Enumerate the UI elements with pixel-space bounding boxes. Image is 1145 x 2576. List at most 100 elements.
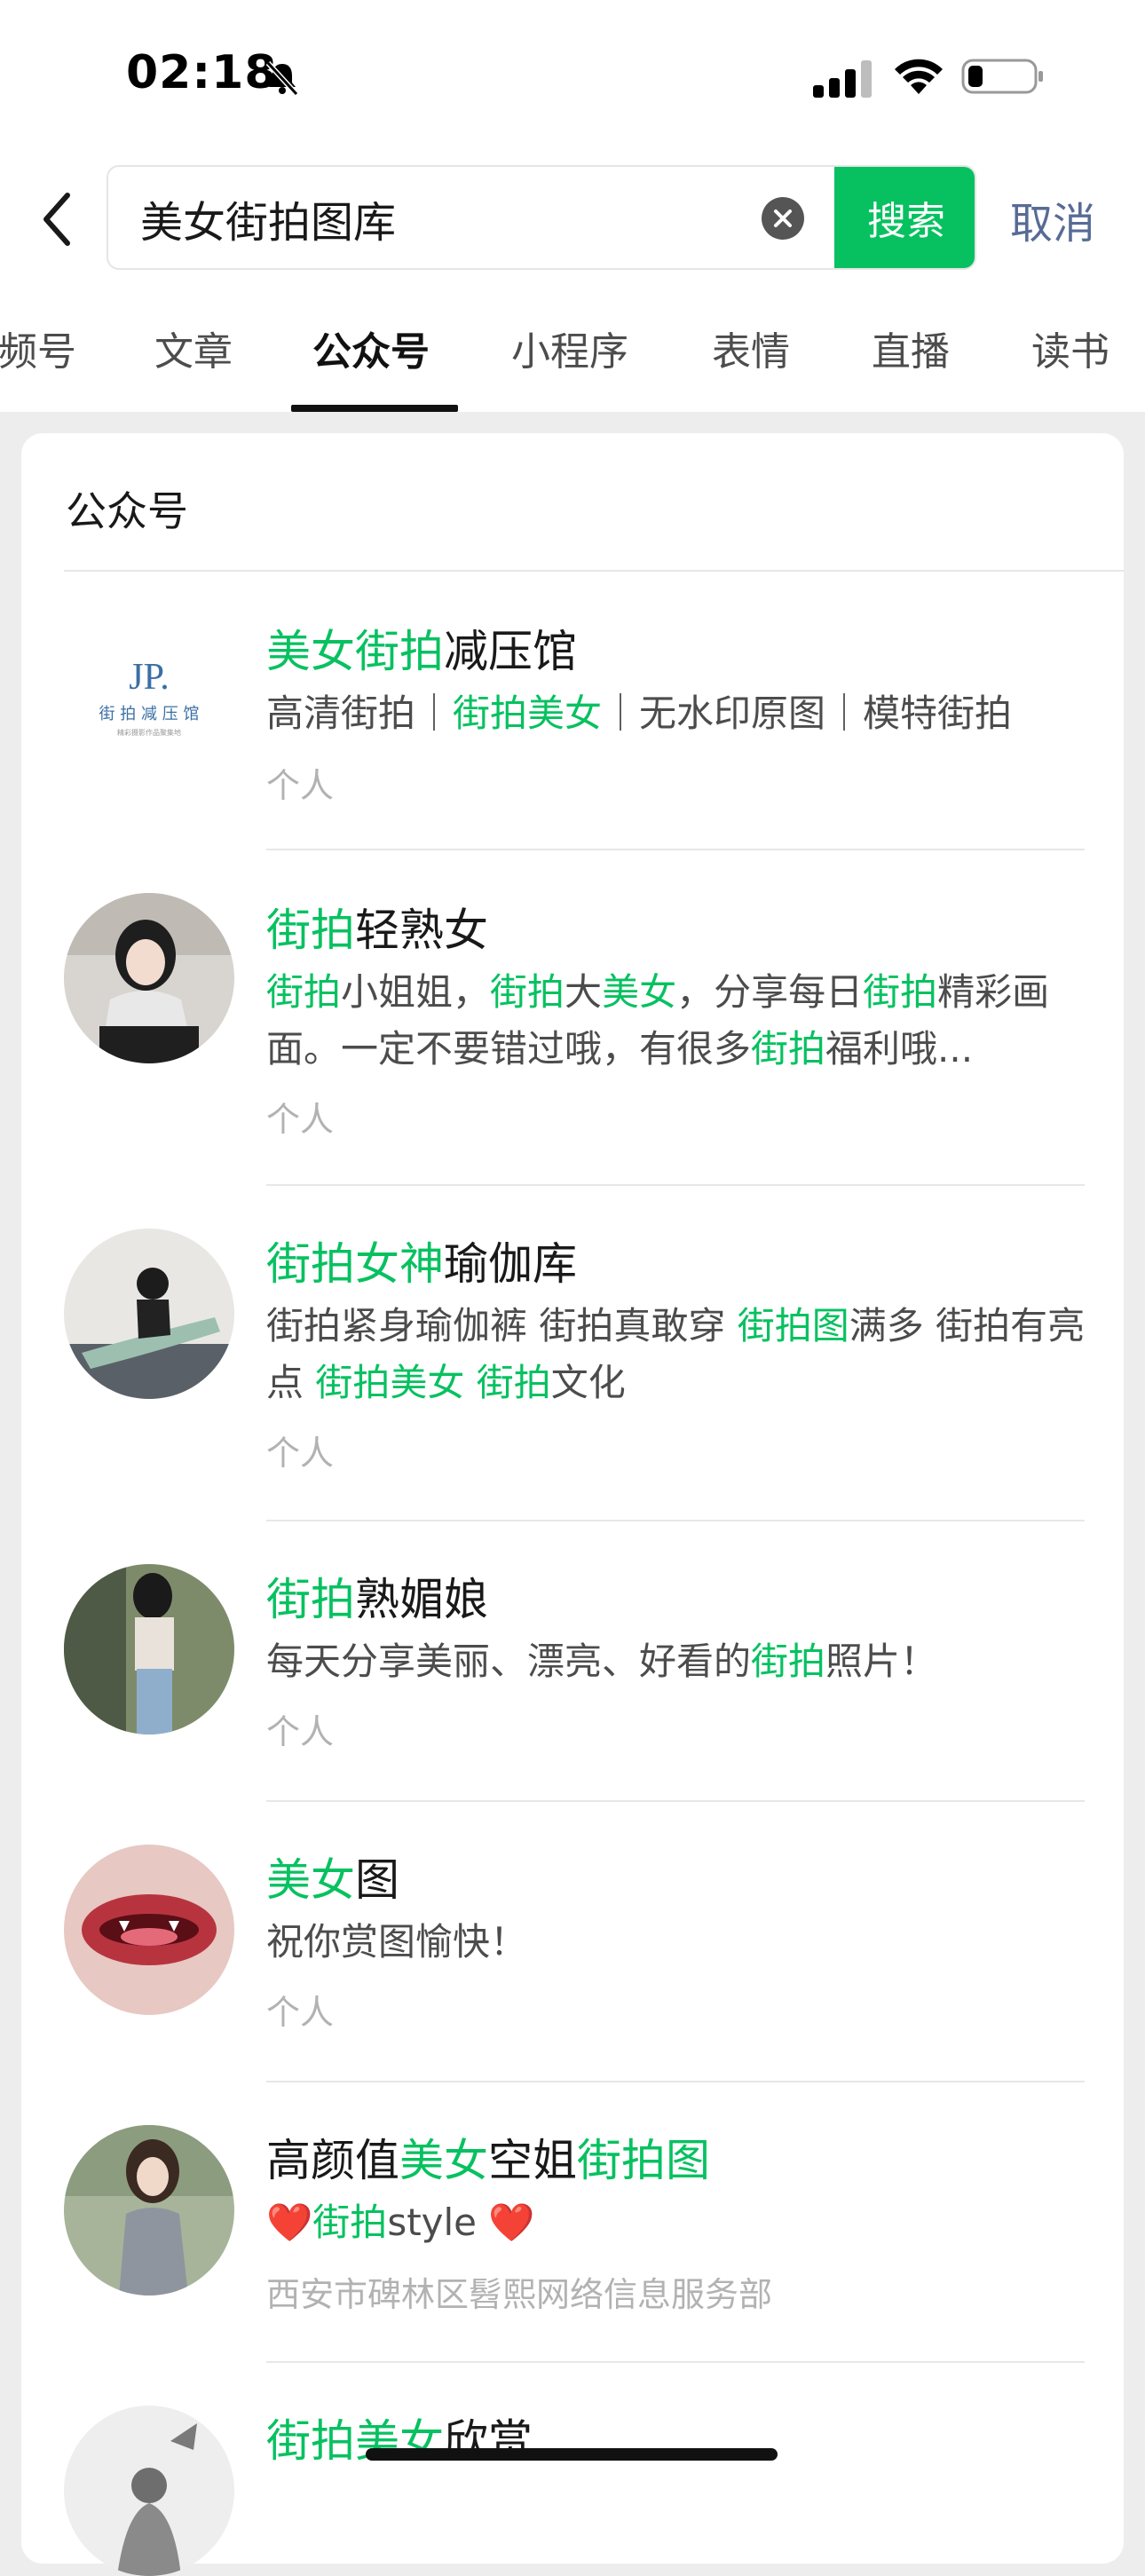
desc-text: 福利哦... — [825, 1027, 974, 1071]
desc-text: 大 — [565, 970, 603, 1014]
account-type: 个人 — [266, 1712, 335, 1751]
battery-icon — [961, 59, 1043, 94]
desc-text: 照片！ — [825, 1640, 938, 1683]
row-divider — [266, 1520, 1085, 1521]
active-tab-indicator — [291, 405, 458, 412]
cellular-signal-icon — [813, 60, 872, 98]
row-divider — [266, 849, 1085, 850]
name-highlight: 街拍 — [266, 1574, 355, 1625]
account-owner: 西安市碑林区髫熙网络信息服务部 — [266, 2275, 773, 2314]
name-highlight: 美女 — [266, 1854, 355, 1906]
desc-highlight: 美女 — [602, 970, 677, 1014]
desc-highlight: 街拍 — [476, 1361, 551, 1404]
account-description: 高清街拍｜街拍美女｜无水印原图｜模特街拍 — [266, 685, 1104, 742]
desc-highlight: 街拍 — [751, 1027, 826, 1071]
account-type: 个人 — [266, 766, 335, 805]
desc-highlight: 街拍 — [490, 970, 565, 1014]
name-text: 高颜值 — [266, 2135, 399, 2186]
name-text: 图 — [355, 1854, 399, 1906]
account-type: 个人 — [266, 1993, 335, 2032]
desc-highlight: 街拍 — [312, 2201, 388, 2244]
row-divider — [266, 2361, 1085, 2363]
category-tabs: 频号 文章 公众号 小程序 表情 直播 读书 — [0, 284, 1145, 412]
account-name: 高颜值美女空姐街拍图 — [266, 2125, 710, 2189]
desc-text: style ❤️ — [387, 2201, 535, 2244]
status-time: 02:18 — [126, 46, 278, 99]
clear-search-button[interactable] — [762, 197, 804, 240]
row-divider — [266, 1184, 1085, 1186]
desc-highlight: 街拍 — [266, 970, 342, 1014]
avatar-logo-tagline: 精彩摄影作品聚集地 — [117, 728, 181, 737]
desc-highlight: 街拍美女 — [453, 691, 603, 735]
avatar-logo-subtitle: 街 拍 减 压 馆 — [99, 705, 200, 723]
desc-text — [464, 1361, 476, 1404]
account-description: 街拍紧身瑜伽裤 街拍真敢穿 街拍图满多 街拍有亮点 街拍美女 街拍文化 — [266, 1298, 1104, 1411]
avatar — [64, 2125, 234, 2295]
name-highlight: 街拍图 — [577, 2135, 710, 2186]
desc-text: 街拍紧身瑜伽裤 街拍真敢穿 — [266, 1304, 738, 1347]
wifi-icon — [895, 59, 943, 94]
home-indicator[interactable] — [366, 2448, 778, 2461]
avatar — [64, 2406, 234, 2576]
account-name: 街拍轻熟女 — [266, 895, 488, 959]
desc-text: ｜无水印原图｜模特街拍 — [602, 691, 1013, 735]
desc-highlight: 街拍 — [751, 1640, 826, 1683]
account-description: ❤️街拍style ❤️ — [266, 2194, 1104, 2251]
avatar — [64, 1229, 234, 1399]
tab-stickers[interactable]: 表情 — [712, 320, 790, 376]
name-text: 轻熟女 — [355, 905, 488, 956]
search-field[interactable]: 搜索 — [107, 165, 976, 270]
account-description: 街拍小姐姐，街拍大美女，分享每日街拍精彩画面。一定不要错过哦，有很多街拍福利哦.… — [266, 964, 1104, 1078]
account-description: 祝你赏图愉快！ — [266, 1914, 1104, 1971]
name-text: 空姐 — [488, 2135, 577, 2186]
search-bar: 搜索 取消 — [0, 153, 1145, 284]
avatar-logo: JP. 街 拍 减 压 馆 精彩摄影作品聚集地 — [64, 604, 234, 774]
desc-highlight: 街拍 — [863, 970, 938, 1014]
status-bar: 02:18 — [0, 0, 1145, 153]
section-divider — [64, 570, 1124, 572]
desc-highlight: 街拍图 — [737, 1304, 849, 1347]
back-chevron-icon[interactable] — [36, 188, 80, 250]
desc-text: 高清街拍｜ — [266, 691, 454, 735]
search-input[interactable] — [140, 185, 815, 252]
tab-channels[interactable]: 频号 — [0, 320, 76, 376]
account-type: 个人 — [266, 1100, 335, 1139]
name-highlight: 街拍 — [266, 905, 355, 956]
avatar — [64, 1845, 234, 2015]
name-highlight: 美女街拍 — [266, 626, 444, 677]
avatar-logo-text: JP. — [129, 657, 170, 698]
section-title: 公众号 — [66, 487, 188, 535]
name-text: 熟媚娘 — [355, 1574, 488, 1625]
avatar — [64, 893, 234, 1063]
account-name: 街拍女神瑜伽库 — [266, 1229, 577, 1292]
account-name: 美女图 — [266, 1845, 399, 1908]
cancel-button[interactable]: 取消 — [1010, 188, 1095, 250]
account-name: 美女街拍减压馆 — [266, 616, 577, 680]
heart-emoji: ❤️ — [266, 2201, 313, 2244]
desc-text: ，分享每日 — [676, 970, 864, 1014]
tab-live[interactable]: 直播 — [872, 320, 950, 376]
avatar — [64, 1564, 234, 1734]
desc-highlight: 街拍美女 — [315, 1361, 465, 1404]
tab-reading[interactable]: 读书 — [1031, 320, 1109, 376]
desc-text: 祝你赏图愉快！ — [266, 1920, 528, 1964]
row-divider — [266, 2081, 1085, 2082]
bell-muted-icon — [265, 60, 299, 97]
name-highlight: 美女 — [399, 2135, 488, 2186]
row-divider — [266, 1800, 1085, 1802]
account-description: 每天分享美丽、漂亮、好看的街拍照片！ — [266, 1633, 1104, 1690]
desc-text: 每天分享美丽、漂亮、好看的 — [266, 1640, 752, 1683]
name-highlight: 街拍女神 — [266, 1238, 444, 1290]
desc-text: 小姐姐， — [341, 970, 491, 1014]
search-button[interactable]: 搜索 — [834, 167, 975, 268]
tab-official-accounts[interactable]: 公众号 — [312, 320, 430, 376]
tab-articles[interactable]: 文章 — [154, 320, 233, 376]
name-text: 减压馆 — [444, 626, 577, 677]
account-type: 个人 — [266, 1434, 335, 1473]
name-text: 瑜伽库 — [444, 1238, 577, 1290]
close-icon — [774, 209, 792, 227]
results-card: 公众号 JP. 街 拍 减 压 馆 精彩摄影作品聚集地 美女街拍减压馆 高清街拍… — [21, 433, 1124, 2576]
tab-mini-programs[interactable]: 小程序 — [511, 320, 628, 376]
account-name: 街拍熟媚娘 — [266, 1564, 488, 1628]
desc-text: 文化 — [550, 1361, 626, 1404]
